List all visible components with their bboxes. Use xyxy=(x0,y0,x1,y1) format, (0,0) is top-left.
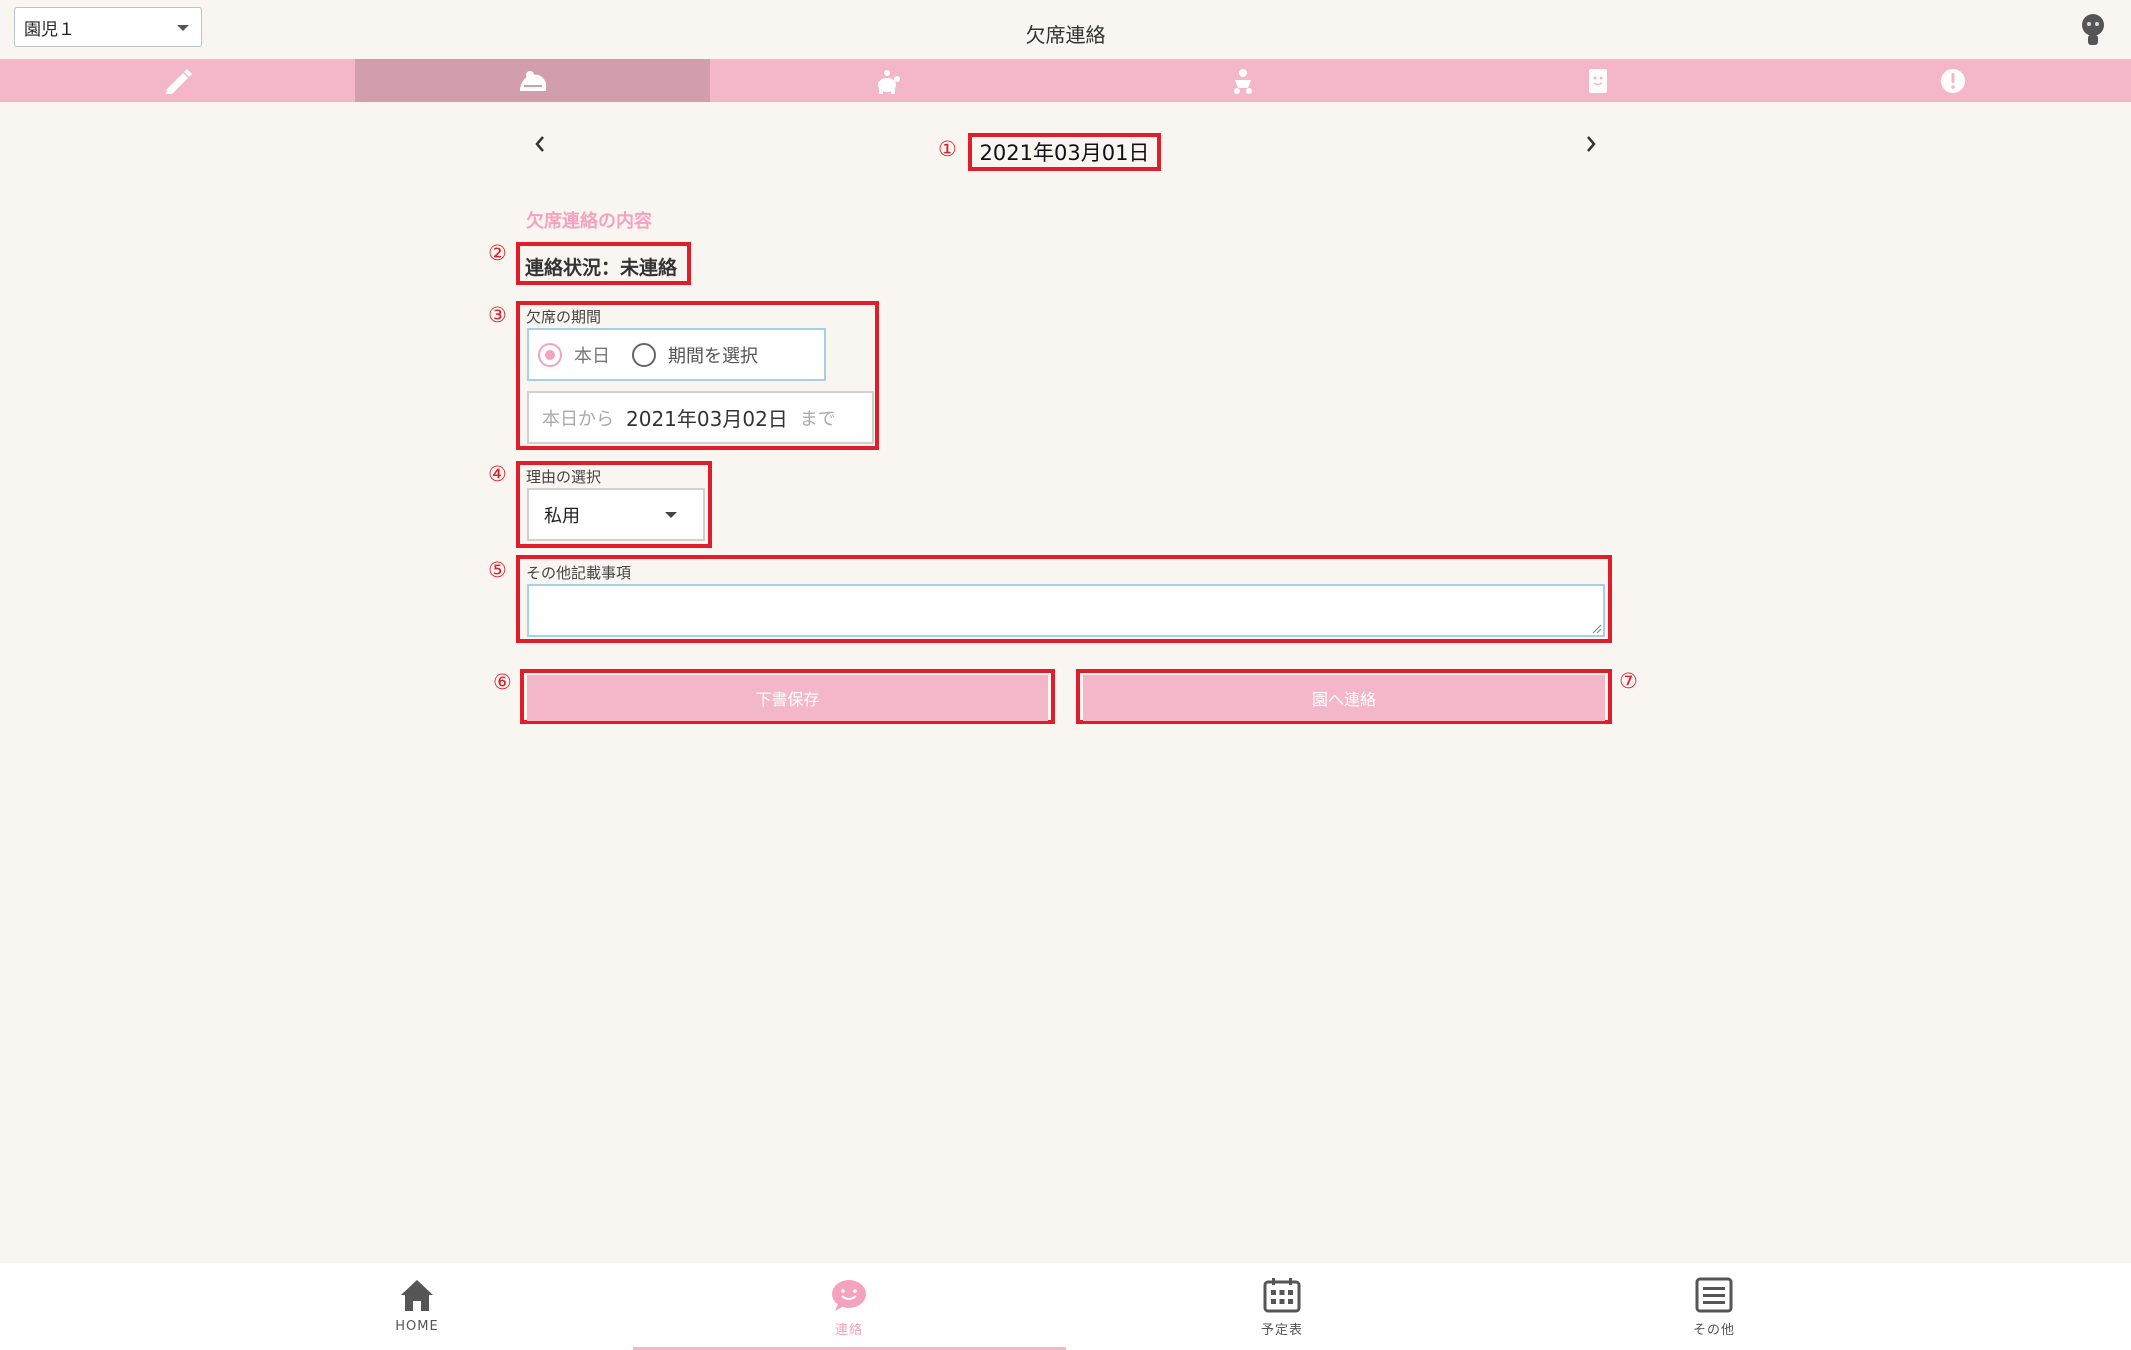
radio-select-period-label: 期間を選択 xyxy=(668,345,758,367)
period-end-date-field[interactable]: 本日から 2021年03月02日 まで xyxy=(527,391,874,444)
reason-select[interactable]: 私用 xyxy=(527,488,705,541)
sick-bed-icon xyxy=(519,70,546,91)
tab-alert[interactable] xyxy=(1776,59,2131,102)
annotation-marker-3: ③ xyxy=(488,303,507,327)
chevron-left-icon xyxy=(535,136,544,152)
page-title: 欠席連絡 xyxy=(1025,23,1106,47)
annotation-marker-7: ⑦ xyxy=(1619,669,1638,693)
bottom-nav-other[interactable]: その他 xyxy=(1498,1263,1930,1350)
notes-label: その他記載事項 xyxy=(526,564,632,582)
next-date-button[interactable] xyxy=(1579,130,1603,158)
reason-label: 理由の選択 xyxy=(526,468,602,486)
chevron-right-icon xyxy=(1587,136,1596,152)
annotation-marker-2: ② xyxy=(488,241,507,265)
radio-today[interactable]: 本日 xyxy=(538,342,610,368)
running-child-icon xyxy=(1234,68,1253,94)
bottom-nav-home-label: HOME xyxy=(395,1319,439,1334)
category-tabs xyxy=(0,59,2131,102)
avatar[interactable] xyxy=(2079,13,2107,45)
section-heading: 欠席連絡の内容 xyxy=(526,211,652,232)
bottom-nav-contact[interactable]: 連絡 xyxy=(633,1263,1065,1350)
top-bar: 園児１ 欠席連絡 xyxy=(0,0,2131,59)
annotation-marker-1: ① xyxy=(938,137,957,161)
notes-textarea[interactable] xyxy=(527,584,1605,637)
chat-smile-icon xyxy=(832,1280,866,1311)
tab-notebook[interactable] xyxy=(0,59,355,102)
calendar-icon xyxy=(1263,1278,1301,1313)
bottom-nav-schedule[interactable]: 予定表 xyxy=(1066,1263,1498,1350)
bottom-nav-home[interactable]: HOME xyxy=(201,1263,633,1350)
reason-select-value: 私用 xyxy=(544,505,580,527)
radio-select-period[interactable]: 期間を選択 xyxy=(632,342,758,368)
tab-absence[interactable] xyxy=(355,59,711,102)
tab-late[interactable] xyxy=(710,59,1065,102)
menu-icon xyxy=(1695,1277,1733,1313)
period-suffix: まで xyxy=(799,408,836,430)
resize-grip-icon[interactable] xyxy=(1590,622,1602,634)
save-draft-button[interactable]: 下書保存 xyxy=(527,675,1048,721)
bottom-nav-contact-label: 連絡 xyxy=(834,1323,863,1338)
current-date: 2021年03月01日 xyxy=(968,133,1161,171)
period-prefix: 本日から xyxy=(542,408,614,430)
note-icon xyxy=(1589,68,1608,93)
bottom-nav-other-label: その他 xyxy=(1692,1323,1735,1338)
period-radio-group: 本日 期間を選択 xyxy=(527,328,826,381)
pencil-icon xyxy=(165,68,192,94)
prev-date-button[interactable] xyxy=(528,130,552,158)
bottom-nav: HOME 連絡 予定表 その他 xyxy=(0,1263,2131,1350)
contact-status: 連絡状況：未連絡 xyxy=(525,257,678,279)
bottom-nav-schedule-label: 予定表 xyxy=(1260,1323,1303,1338)
period-label: 欠席の期間 xyxy=(526,308,602,326)
annotation-marker-4: ④ xyxy=(488,462,507,486)
tab-pickup[interactable] xyxy=(1066,59,1421,102)
chevron-down-icon xyxy=(665,512,677,518)
send-to-school-button[interactable]: 園へ連絡 xyxy=(1083,675,1605,721)
period-end-date: 2021年03月02日 xyxy=(626,407,788,431)
radio-today-label: 本日 xyxy=(574,345,610,367)
annotation-marker-6: ⑥ xyxy=(493,670,512,694)
alert-icon xyxy=(1941,68,1966,93)
home-icon xyxy=(401,1280,433,1311)
tab-memo[interactable] xyxy=(1421,59,1776,102)
annotation-marker-5: ⑤ xyxy=(488,558,507,582)
radio-checked-icon xyxy=(538,342,562,367)
radio-unchecked-icon xyxy=(632,342,656,367)
turtle-icon xyxy=(877,69,900,94)
